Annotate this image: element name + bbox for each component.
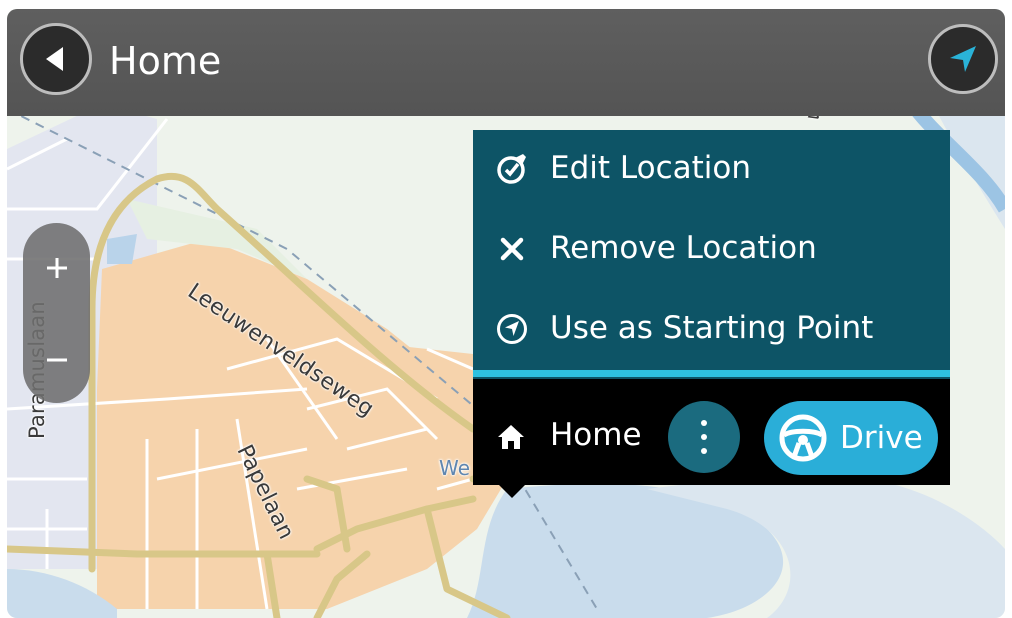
- edit-location-icon: [495, 152, 529, 186]
- steering-wheel-icon: [779, 414, 827, 462]
- menu-divider: [473, 370, 950, 377]
- starting-point-icon: [495, 312, 529, 346]
- navigation-arrow-icon: [950, 46, 976, 72]
- close-icon: [495, 232, 529, 266]
- header-bar: Home: [7, 9, 1005, 116]
- back-button[interactable]: [20, 23, 92, 95]
- location-name: Home: [550, 417, 642, 453]
- back-arrow-icon: [46, 47, 63, 71]
- zoom-in-button[interactable]: [23, 233, 90, 303]
- drive-button[interactable]: Drive: [764, 401, 938, 475]
- popup-pointer: [473, 484, 950, 505]
- current-location-button[interactable]: [928, 24, 998, 94]
- popup-pointer-arrow: [498, 484, 526, 498]
- location-menu: Edit Location Remove Location Use as Sta…: [473, 130, 950, 379]
- more-dot-icon: [701, 420, 707, 426]
- page-title: Home: [109, 39, 222, 83]
- menu-item-label: Edit Location: [550, 150, 752, 186]
- drive-label: Drive: [840, 420, 923, 456]
- more-dot-icon: [701, 434, 707, 440]
- zoom-out-button[interactable]: [23, 325, 90, 395]
- pond: [107, 234, 137, 264]
- more-options-button[interactable]: [668, 401, 740, 473]
- map-screen: Leeuwenveldseweg Paramuslaan Papelaan We…: [7, 9, 1005, 618]
- menu-item-edit-location[interactable]: Edit Location: [473, 130, 950, 208]
- menu-item-use-as-starting-point[interactable]: Use as Starting Point: [473, 290, 950, 368]
- location-popup: Edit Location Remove Location Use as Sta…: [473, 130, 950, 498]
- menu-item-remove-location[interactable]: Remove Location: [473, 210, 950, 288]
- zoom-control: [23, 223, 90, 403]
- street-label-partial-we: We: [439, 456, 471, 480]
- location-action-bar: Home Drive: [473, 379, 950, 498]
- menu-item-label: Use as Starting Point: [550, 310, 874, 346]
- menu-item-label: Remove Location: [550, 230, 817, 266]
- plus-icon: [46, 258, 67, 278]
- home-icon: [498, 425, 524, 449]
- minus-icon: [46, 358, 67, 362]
- more-dot-icon: [701, 448, 707, 454]
